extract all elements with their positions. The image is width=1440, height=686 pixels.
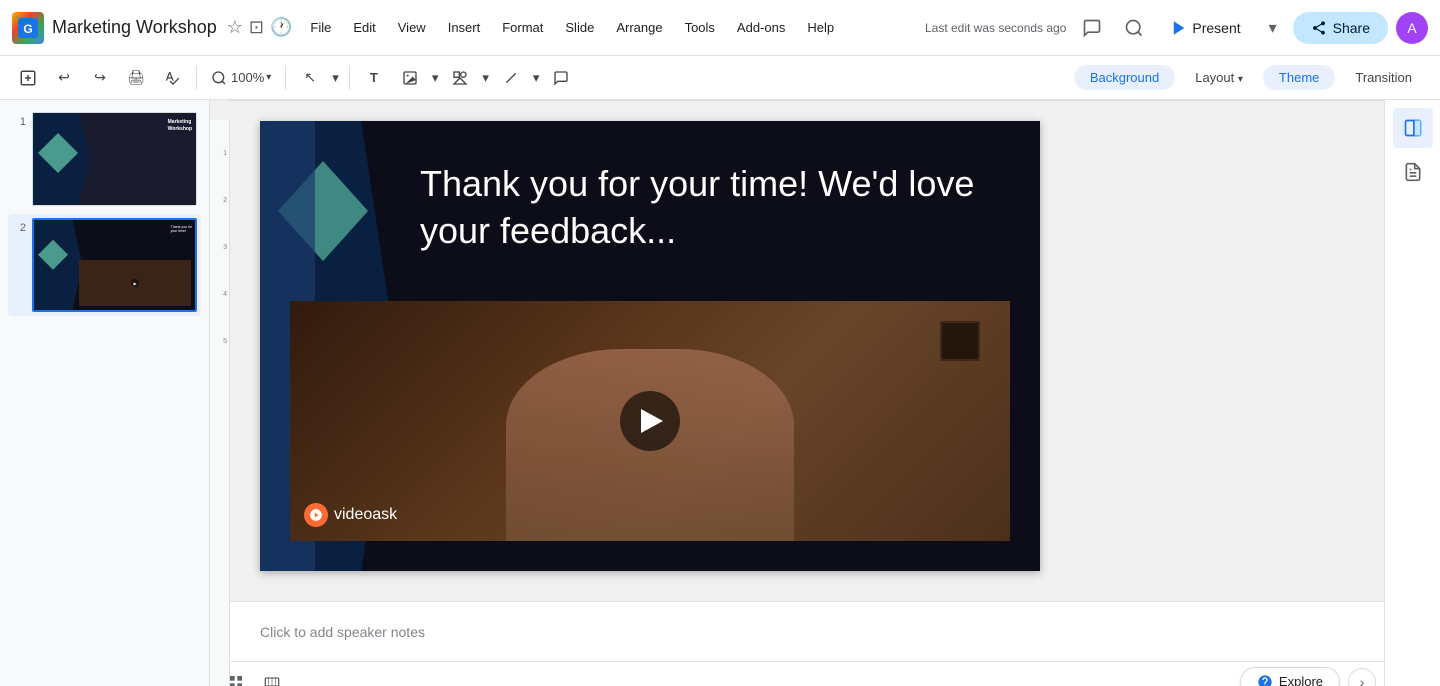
print-button[interactable]: 🖨 <box>120 62 152 94</box>
present-button[interactable]: Present <box>1158 13 1252 43</box>
transition-button[interactable]: Transition <box>1339 65 1428 90</box>
slide-canvas[interactable]: Thank you for your time! We'd love your … <box>260 121 1040 571</box>
image-dropdown[interactable]: ▾ <box>430 62 441 94</box>
menu-arrange[interactable]: Arrange <box>606 15 672 40</box>
zoom-percent: 100% <box>231 70 264 85</box>
slide-1-image: Marketing Workshop <box>32 112 197 206</box>
right-controls: Last edit was seconds ago Present ▾ Shar… <box>925 10 1428 46</box>
spellcheck-button[interactable] <box>156 62 188 94</box>
toolbar-divider-2 <box>285 66 286 90</box>
canvas-area[interactable]: 1 2 3 4 5 6 7 8 9 1 2 3 4 5 <box>210 100 1384 686</box>
comment-button[interactable] <box>1074 10 1110 46</box>
menu-help[interactable]: Help <box>797 15 844 40</box>
present-label: Present <box>1192 20 1240 36</box>
last-edit-status: Last edit was seconds ago <box>925 21 1066 35</box>
side-panel-button-1[interactable] <box>1393 108 1433 148</box>
explore-label: Explore <box>1279 674 1323 686</box>
focus-mode-button[interactable] <box>1118 12 1150 44</box>
right-side-panel <box>1384 100 1440 686</box>
toolbar-divider-1 <box>196 66 197 90</box>
slide-thumbnail-1[interactable]: 1 Marketing Workshop <box>8 108 201 210</box>
menu-insert[interactable]: Insert <box>438 15 491 40</box>
menu-bar: File Edit View Insert Format Slide Arran… <box>300 15 844 40</box>
slide-num-1: 1 <box>12 116 26 128</box>
slide-controls: Background Layout ▾ Theme Transition <box>1074 65 1428 90</box>
vertical-ruler: 1 2 3 4 5 <box>210 120 230 686</box>
cursor-tool[interactable]: ↖ <box>294 62 326 94</box>
bottom-tabs-bar: Explore › <box>210 661 1384 686</box>
menu-edit[interactable]: Edit <box>343 15 385 40</box>
line-tool[interactable] <box>495 62 527 94</box>
horizontal-ruler: 1 2 3 4 5 6 7 8 9 <box>230 100 1384 101</box>
menu-format[interactable]: Format <box>492 15 553 40</box>
title-area: Marketing Workshop ☆ ⊡ 🕐 <box>52 17 292 38</box>
shape-tool[interactable] <box>444 62 476 94</box>
theme-button[interactable]: Theme <box>1263 65 1335 90</box>
image-tool[interactable] <box>394 62 426 94</box>
slide-num-2: 2 <box>12 222 26 234</box>
explore-button[interactable]: Explore <box>1240 667 1340 686</box>
thumb2-text: Thank you for your time! <box>171 225 192 234</box>
new-slide-button[interactable] <box>12 62 44 94</box>
play-icon <box>641 409 663 433</box>
bottom-right-controls: Explore › <box>1240 667 1376 686</box>
history-icon[interactable]: 🕐 <box>270 17 292 38</box>
slide-title[interactable]: Thank you for your time! We'd love your … <box>420 161 1020 255</box>
cursor-dropdown[interactable]: ▾ <box>330 62 341 94</box>
move-icon[interactable]: ⊡ <box>249 17 264 38</box>
thumb2-play: ▶ <box>131 279 139 287</box>
slide-2-image: Thank you for your time! ▶ <box>32 218 197 313</box>
thumb2-shape-left <box>34 220 82 311</box>
side-panel-button-2[interactable] <box>1393 152 1433 192</box>
thumb2-video: ▶ <box>79 260 191 306</box>
filmstrip-tab[interactable] <box>254 668 290 686</box>
share-label: Share <box>1333 20 1370 36</box>
star-icon[interactable]: ☆ <box>227 17 243 38</box>
main-area: 1 Marketing Workshop 2 <box>0 100 1440 686</box>
video-overlay[interactable] <box>290 301 1010 541</box>
slides-panel: 1 Marketing Workshop 2 <box>0 100 210 686</box>
undo-button[interactable]: ↩ <box>48 62 80 94</box>
zoom-control[interactable]: 100% ▾ <box>205 62 277 94</box>
redo-button[interactable]: ↪ <box>84 62 116 94</box>
speaker-notes-input[interactable]: Click to add speaker notes <box>260 624 425 640</box>
app-logo: G <box>12 12 44 44</box>
toolbar: ↩ ↪ 🖨 100% ▾ ↖ ▾ T ▾ ▾ ▾ Back <box>0 56 1440 100</box>
present-dropdown-button[interactable]: ▾ <box>1261 16 1285 40</box>
user-avatar[interactable]: A <box>1396 12 1428 44</box>
toolbar-divider-3 <box>349 66 350 90</box>
top-bar: G Marketing Workshop ☆ ⊡ 🕐 File Edit Vie… <box>0 0 1440 56</box>
slide-video[interactable]: videoask <box>290 301 1010 541</box>
speaker-notes-area[interactable]: Click to add speaker notes <box>210 601 1384 661</box>
videoask-logo-icon <box>304 503 328 527</box>
videoask-label: videoask <box>334 506 397 524</box>
line-dropdown[interactable]: ▾ <box>531 62 542 94</box>
share-button[interactable]: Share <box>1293 12 1388 44</box>
slide-thumbnail-2[interactable]: 2 Thank you for your time! ▶ <box>8 214 201 317</box>
svg-text:G: G <box>23 22 32 36</box>
thumb1-text: Marketing Workshop <box>168 119 192 133</box>
videoask-badge: videoask <box>304 503 397 527</box>
menu-file[interactable]: File <box>300 15 341 40</box>
menu-slide[interactable]: Slide <box>555 15 604 40</box>
comment-insert-tool[interactable] <box>545 62 577 94</box>
menu-view[interactable]: View <box>388 15 436 40</box>
text-tool[interactable]: T <box>358 62 390 94</box>
menu-tools[interactable]: Tools <box>675 15 725 40</box>
shape-dropdown[interactable]: ▾ <box>480 62 491 94</box>
collapse-panel-button[interactable]: › <box>1348 668 1376 686</box>
play-button[interactable] <box>620 391 680 451</box>
menu-addons[interactable]: Add-ons <box>727 15 795 40</box>
layout-button[interactable]: Layout ▾ <box>1179 65 1259 90</box>
doc-title[interactable]: Marketing Workshop <box>52 17 217 38</box>
background-button[interactable]: Background <box>1074 65 1175 90</box>
